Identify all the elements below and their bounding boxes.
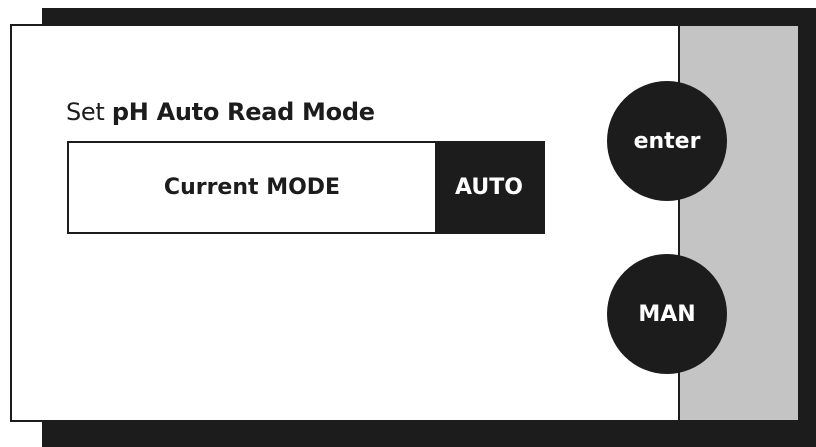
device-display: Set pH Auto Read Mode Current MODE AUTO …: [0, 0, 816, 447]
current-mode-box: Current MODE AUTO: [67, 141, 545, 234]
title-mode-name: pH Auto Read Mode: [111, 98, 375, 126]
man-button[interactable]: MAN: [607, 254, 727, 374]
current-mode-value: AUTO: [435, 143, 543, 232]
display-screen: Set pH Auto Read Mode Current MODE AUTO …: [10, 24, 798, 422]
screen-title: Set pH Auto Read Mode: [66, 98, 375, 126]
title-prefix: Set: [66, 98, 105, 126]
enter-button[interactable]: enter: [607, 81, 727, 201]
current-mode-label: Current MODE: [163, 175, 341, 200]
